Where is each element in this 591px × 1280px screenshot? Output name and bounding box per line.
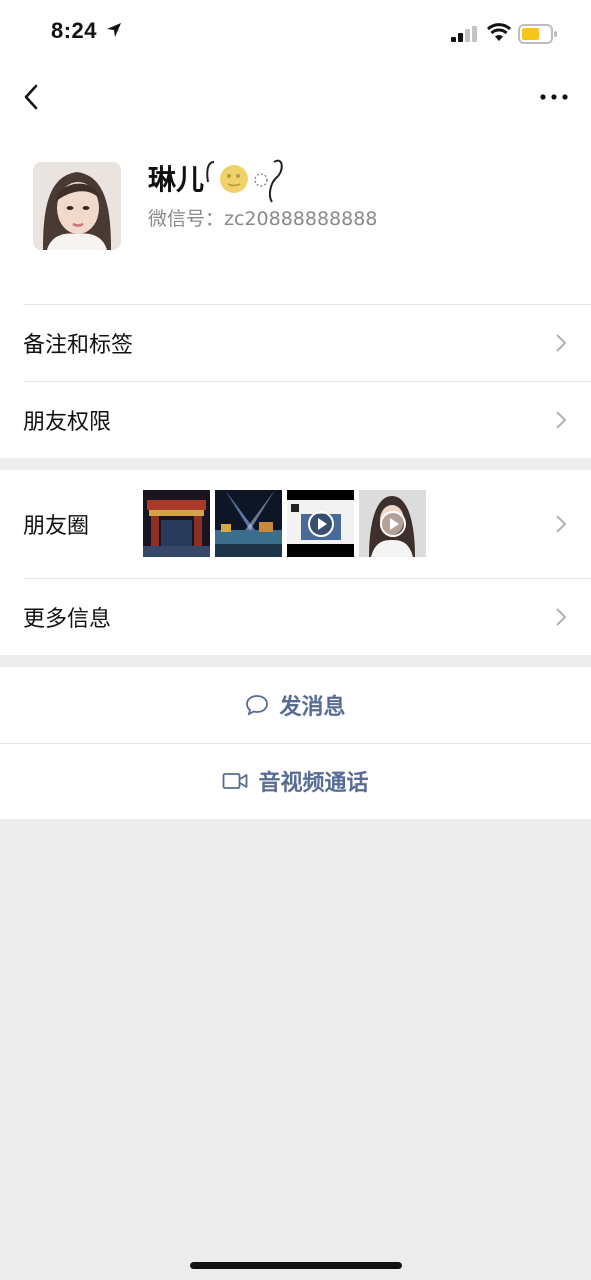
nickname-row: 琳儿 — [148, 158, 286, 203]
cellular-signal-icon — [451, 26, 477, 42]
location-arrow-icon — [107, 23, 121, 37]
send-message-label: 发消息 — [279, 695, 346, 720]
moon-emoji-decoration-icon — [206, 159, 283, 203]
more-info-row[interactable]: 更多信息 — [0, 578, 591, 655]
avatar[interactable] — [33, 162, 121, 250]
row-divider — [23, 381, 591, 382]
home-indicator[interactable] — [190, 1262, 402, 1269]
moments-thumbnail-gate — [143, 490, 210, 557]
chevron-right-icon — [556, 410, 567, 429]
wechat-id-row: 微信号：zc20888888888 — [148, 204, 377, 231]
send-message-button[interactable]: 发消息 — [0, 667, 591, 743]
settings-group-1: 备注和标签 朋友权限 — [0, 304, 591, 458]
moments-thumbnail-video-2 — [359, 490, 426, 557]
row-divider — [23, 578, 591, 579]
top-area: 8:24 琳儿 微信号：zc20888888888 — [0, 0, 591, 304]
chat-bubble-icon — [246, 695, 269, 716]
wechat-id-value: zc20888888888 — [224, 208, 378, 230]
section-gap — [0, 655, 591, 667]
settings-group-2: 朋友圈 更多信息 — [0, 470, 591, 655]
remarks-tags-row[interactable]: 备注和标签 — [0, 304, 591, 381]
chevron-right-icon — [556, 515, 567, 533]
chevron-right-icon — [556, 607, 567, 626]
play-video-icon — [379, 510, 406, 537]
play-video-icon — [307, 510, 334, 537]
battery-icon — [518, 24, 557, 44]
nav-bar — [0, 66, 591, 128]
video-call-label: 音视频通话 — [258, 771, 369, 796]
status-bar: 8:24 — [0, 0, 591, 66]
row-divider — [0, 743, 591, 744]
wechat-id-label: 微信号： — [148, 208, 225, 230]
status-time: 8:24 — [51, 18, 98, 43]
moments-thumbnail-video-1 — [287, 490, 354, 557]
back-chevron-icon[interactable] — [18, 80, 48, 114]
nickname: 琳儿 — [148, 163, 205, 196]
friend-permissions-label: 朋友权限 — [23, 409, 112, 435]
section-gap — [0, 458, 591, 470]
remarks-tags-label: 备注和标签 — [23, 332, 134, 358]
wifi-icon — [486, 23, 512, 41]
moments-row[interactable]: 朋友圈 — [0, 470, 591, 578]
video-camera-icon — [223, 773, 248, 789]
more-info-label: 更多信息 — [23, 606, 112, 632]
row-divider — [23, 304, 591, 305]
moments-thumbnails — [143, 490, 426, 557]
video-call-button[interactable]: 音视频通话 — [0, 743, 591, 819]
more-options-icon[interactable] — [539, 90, 569, 104]
moments-thumbnail-lightshow — [215, 490, 282, 557]
friend-permissions-row[interactable]: 朋友权限 — [0, 381, 591, 458]
chevron-right-icon — [556, 333, 567, 352]
moments-label: 朋友圈 — [23, 514, 90, 539]
profile-header: 琳儿 微信号：zc20888888888 — [0, 128, 591, 304]
